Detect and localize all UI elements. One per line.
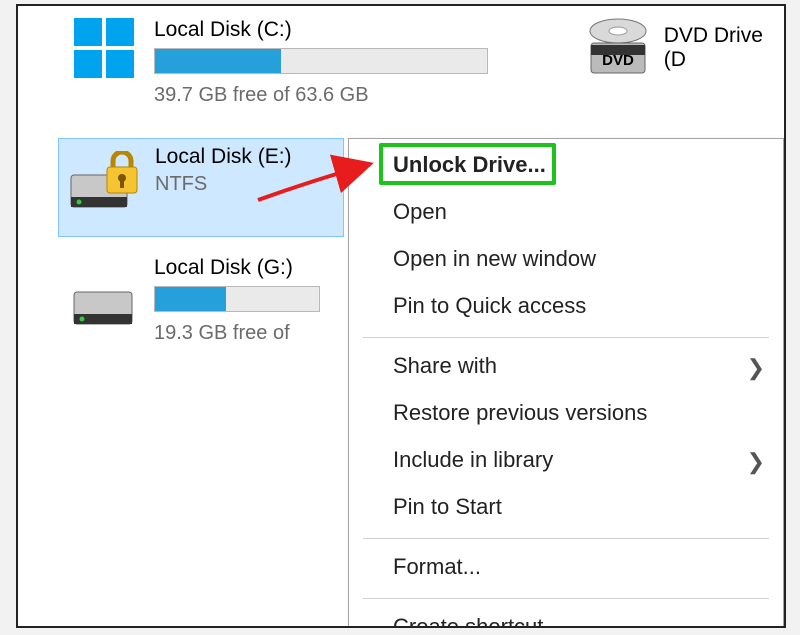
explorer-window: Local Disk (C:) 39.7 GB free of 63.6 GB …	[16, 4, 786, 628]
dvd-drive-icon: DVD	[583, 15, 654, 81]
submenu-caret-icon: ❯	[747, 440, 765, 484]
menu-open-new-window[interactable]: Open in new window	[349, 237, 783, 284]
menu-pin-quick-access[interactable]: Pin to Quick access	[349, 284, 783, 331]
drive-g-title: Local Disk (G:)	[154, 256, 320, 280]
menu-separator	[363, 598, 769, 599]
menu-unlock-drive[interactable]: Unlock Drive...	[349, 143, 783, 190]
drive-g-free-text: 19.3 GB free of	[154, 322, 320, 345]
drive-g-usage-bar	[154, 286, 320, 312]
menu-include-library[interactable]: Include in library ❯	[349, 438, 783, 485]
svg-text:DVD: DVD	[603, 52, 635, 69]
menu-restore-versions[interactable]: Restore previous versions	[349, 391, 783, 438]
menu-share-with[interactable]: Share with ❯	[349, 344, 783, 391]
drive-dvd-title: DVD Drive (D	[664, 24, 779, 72]
drive-c-free-text: 39.7 GB free of 63.6 GB	[154, 84, 488, 107]
menu-separator	[363, 337, 769, 338]
hard-drive-icon	[66, 284, 144, 332]
locked-drive-icon	[67, 151, 145, 215]
menu-create-shortcut[interactable]: Create shortcut	[349, 605, 783, 628]
drive-c-title: Local Disk (C:)	[154, 18, 488, 42]
drive-c-usage-bar	[154, 48, 488, 74]
submenu-caret-icon: ❯	[747, 346, 765, 390]
menu-separator	[363, 538, 769, 539]
drive-dvd[interactable]: DVD DVD Drive (D	[575, 9, 786, 87]
drive-g[interactable]: Local Disk (G:) 19.3 GB free of	[58, 250, 352, 351]
menu-share-with-label: Share with	[393, 353, 497, 378]
windows-logo-icon	[66, 18, 144, 80]
menu-include-library-label: Include in library	[393, 447, 553, 472]
menu-open[interactable]: Open	[349, 190, 783, 237]
menu-format[interactable]: Format...	[349, 545, 783, 592]
drive-e[interactable]: Local Disk (E:) NTFS	[58, 138, 344, 237]
drive-e-title: Local Disk (E:)	[155, 145, 292, 169]
drive-c[interactable]: Local Disk (C:) 39.7 GB free of 63.6 GB	[58, 12, 558, 113]
drive-context-menu: Unlock Drive... Open Open in new window …	[348, 138, 784, 628]
menu-pin-start[interactable]: Pin to Start	[349, 485, 783, 532]
drive-e-filesystem: NTFS	[155, 173, 292, 196]
